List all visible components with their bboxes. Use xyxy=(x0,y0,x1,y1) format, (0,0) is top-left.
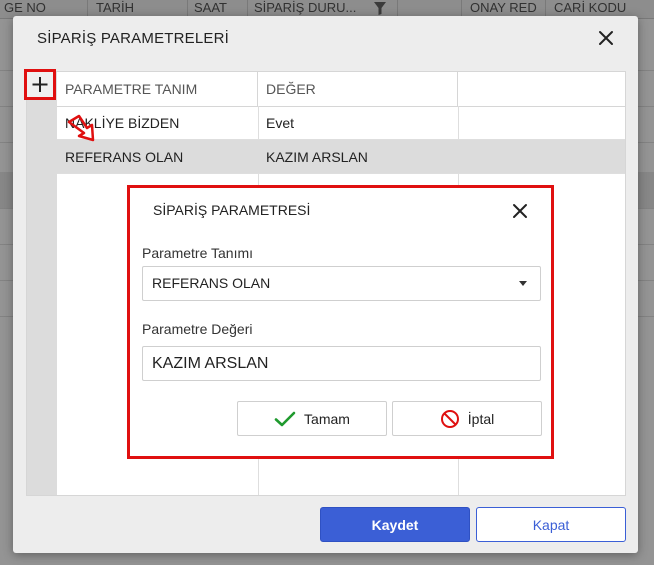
save-button[interactable]: Kaydet xyxy=(320,507,470,542)
parameter-value-label: Parametre Değeri xyxy=(142,321,253,337)
arrow-annotation-icon xyxy=(67,114,95,142)
cancel-button[interactable]: İptal xyxy=(392,401,542,436)
parameter-definition-value: REFERANS OLAN xyxy=(152,275,271,291)
parameter-value-field[interactable] xyxy=(142,346,541,381)
grid-header-parameter[interactable]: PARAMETRE TANIM xyxy=(57,72,258,106)
plus-icon xyxy=(32,77,48,92)
grid-header: PARAMETRE TANIM DEĞER xyxy=(57,72,625,107)
add-parameter-button[interactable] xyxy=(24,69,56,100)
parameter-definition-select[interactable]: REFERANS OLAN xyxy=(142,266,541,301)
table-row[interactable]: NAKLİYE BİZDEN Evet xyxy=(57,106,625,140)
parameter-definition-label: Parametre Tanımı xyxy=(142,245,254,261)
grid-header-empty xyxy=(458,72,625,106)
table-row[interactable]: REFERANS OLAN KAZIM ARSLAN xyxy=(57,140,625,174)
dialog-title: SİPARİŞ PARAMETRELERİ xyxy=(37,30,230,47)
ok-button-label: Tamam xyxy=(304,410,350,427)
close-icon[interactable] xyxy=(596,28,616,48)
row-parameter-value: Evet xyxy=(266,115,295,131)
check-icon xyxy=(274,411,296,426)
order-parameter-dialog: SİPARİŞ PARAMETRESİ Parametre Tanımı REF… xyxy=(127,185,554,459)
grid-header-value[interactable]: DEĞER xyxy=(258,72,458,106)
prohibited-icon xyxy=(440,409,459,428)
grid-row-selector-column xyxy=(27,72,57,495)
cancel-button-label: İptal xyxy=(467,410,495,427)
chevron-down-icon xyxy=(519,281,527,286)
close-icon[interactable] xyxy=(511,202,529,220)
ok-button[interactable]: Tamam xyxy=(237,401,387,436)
dialog-title: SİPARİŞ PARAMETRESİ xyxy=(153,202,311,218)
row-parameter-value: KAZIM ARSLAN xyxy=(266,149,368,165)
close-button[interactable]: Kapat xyxy=(476,507,626,542)
